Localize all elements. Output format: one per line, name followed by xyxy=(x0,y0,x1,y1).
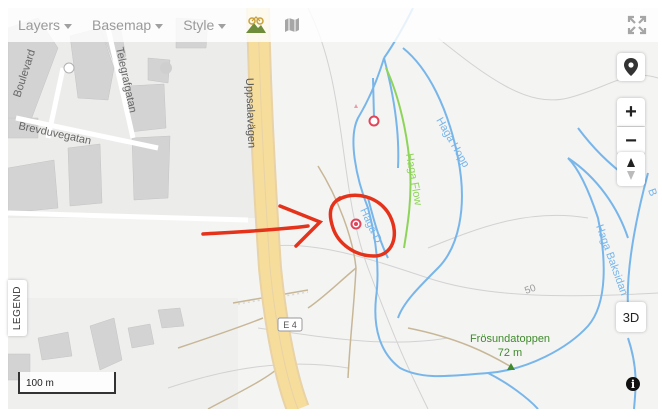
folded-map-icon xyxy=(285,18,300,32)
top-toolbar: Layers Basemap Style xyxy=(8,8,658,42)
road-shield-label: E 4 xyxy=(283,320,297,330)
legend-toggle[interactable]: LEGEND xyxy=(8,280,27,336)
scale-bar: 100 m xyxy=(18,372,116,394)
mountain-bike-icon xyxy=(246,16,267,33)
chevron-down-icon xyxy=(64,23,73,29)
peak-elevation: 72 m xyxy=(498,347,522,359)
compass-icon xyxy=(627,158,635,180)
fullscreen-icon xyxy=(627,15,647,35)
street-label: Uppsalavägen xyxy=(243,78,257,149)
compass-button[interactable] xyxy=(617,152,645,186)
info-button[interactable]: i xyxy=(626,377,640,391)
map-canvas[interactable]: Boulevard Telegrafgatan Brevduvegatan Up… xyxy=(8,8,658,409)
layers-menu-label: Layers xyxy=(18,17,61,33)
bike-trail-style-button[interactable] xyxy=(244,13,268,37)
style-menu[interactable]: Style xyxy=(183,17,227,33)
peak-name: Frösundatoppen xyxy=(470,333,550,345)
basemap-menu-label: Basemap xyxy=(92,17,152,33)
3d-view-button[interactable]: 3D xyxy=(616,302,646,332)
locate-button[interactable] xyxy=(617,53,645,81)
zoom-out-button[interactable]: − xyxy=(617,127,645,155)
layers-menu[interactable]: Layers xyxy=(18,17,73,33)
basemap-menu[interactable]: Basemap xyxy=(92,17,164,33)
zoom-out-label: − xyxy=(625,129,637,152)
legend-label: LEGEND xyxy=(12,285,23,331)
style-menu-label: Style xyxy=(183,17,215,33)
map-layer: Boulevard Telegrafgatan Brevduvegatan Up… xyxy=(8,8,658,409)
zoom-in-label: + xyxy=(625,100,637,123)
fullscreen-button[interactable] xyxy=(626,14,648,36)
chevron-down-icon xyxy=(155,23,164,29)
map-frame: Boulevard Telegrafgatan Brevduvegatan Up… xyxy=(0,0,662,417)
info-icon: i xyxy=(630,377,636,391)
scale-label: 100 m xyxy=(26,378,54,389)
chevron-down-icon xyxy=(218,23,227,29)
map-pin-icon xyxy=(624,58,638,76)
poi-marker[interactable] xyxy=(368,115,380,127)
map-views-button[interactable] xyxy=(284,18,300,32)
zoom-in-button[interactable]: + xyxy=(617,98,645,126)
3d-view-label: 3D xyxy=(622,309,640,325)
